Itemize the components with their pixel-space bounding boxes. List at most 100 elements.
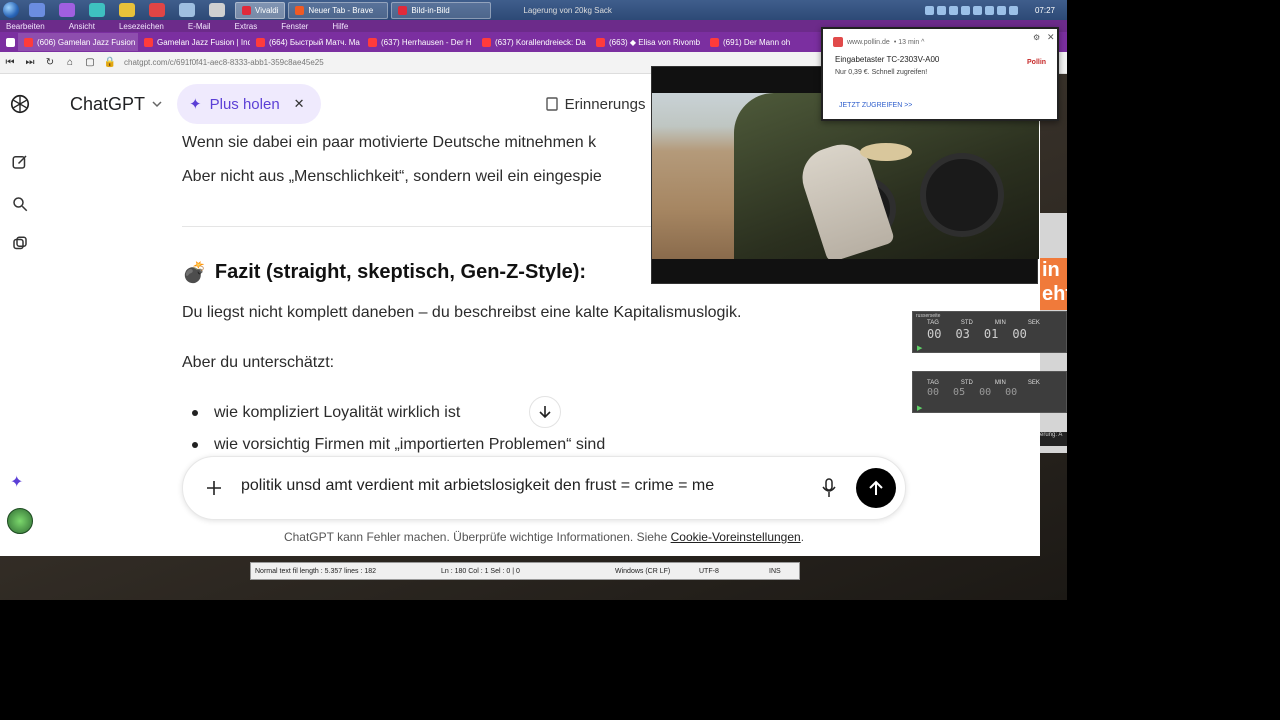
value-hour: 05 <box>953 387 966 398</box>
notification-action-link[interactable]: JETZT ZUGREIFEN >> <box>839 102 912 109</box>
notepad-statusbar: Normal text fil length : 5.357 lines : 1… <box>250 562 800 580</box>
youtube-icon <box>144 37 153 47</box>
list-item-text: wie vorsichtig Firmen mit „importierten … <box>214 436 606 453</box>
tray-icon[interactable] <box>948 5 958 15</box>
tab-side-icon[interactable] <box>0 33 18 51</box>
reload-icon[interactable]: ↻ <box>40 57 60 68</box>
taskbar-task-vivaldi[interactable]: Vivaldi <box>235 1 286 19</box>
app-icon[interactable] <box>179 3 195 17</box>
label-day: TAG <box>927 320 939 326</box>
countdown-labels: TAG STD MIN SEK <box>927 380 1040 386</box>
tab[interactable]: (691) Der Mann oh <box>704 33 800 51</box>
label-minute: MIN <box>994 320 1006 326</box>
vivaldi-icon <box>833 37 843 47</box>
menu-item[interactable]: E-Mail <box>188 22 211 31</box>
taskbar-task-brave[interactable]: Neuer Tab - Brave <box>288 1 389 19</box>
close-icon[interactable]: ✕ <box>1047 32 1055 43</box>
microphone-button[interactable] <box>817 475 841 501</box>
taskbar: Vivaldi Neuer Tab - Brave Bild-in-Bild L… <box>0 0 1067 20</box>
library-icon[interactable] <box>8 232 32 256</box>
tab[interactable]: (637) Herrhausen - Der H <box>362 33 476 51</box>
tab[interactable]: (637) Korallendreieck: Da <box>476 33 590 51</box>
menu-item[interactable]: Ansicht <box>69 22 95 31</box>
insert-mode: INS <box>769 567 781 575</box>
arrow-down-icon <box>539 406 551 419</box>
play-icon[interactable]: ▶ <box>917 344 922 352</box>
app-icon[interactable] <box>119 3 135 17</box>
notification-title: Eingabetaster TC-2303V-A00 <box>835 55 940 64</box>
tab-label: (664) Быстрый Матч. Ma <box>269 37 360 47</box>
send-button[interactable] <box>856 468 896 508</box>
tab[interactable]: (606) Gamelan Jazz Fusion <box>18 33 138 51</box>
countdown-values: 00 03 01 00 <box>927 327 1027 341</box>
plus-upgrade-button[interactable]: ✦ Plus holen ✕ <box>177 84 321 124</box>
forward-icon[interactable]: ⏭ <box>20 57 40 68</box>
taskbar-task-pip[interactable]: Bild-in-Bild <box>391 1 492 19</box>
prompt-composer: politik unsd amt verdient mit arbietslos… <box>182 456 906 520</box>
close-icon[interactable]: ✕ <box>294 96 305 112</box>
youtube-icon <box>710 37 719 47</box>
tab[interactable]: Gamelan Jazz Fusion | Ind <box>138 33 250 51</box>
url-field[interactable]: chatgpt.com/c/691f0f41-aec8-8333-abb1-35… <box>124 58 324 67</box>
memory-label: Erinnerungs <box>564 95 646 113</box>
tray-icon[interactable] <box>960 5 970 15</box>
truck-wheel <box>920 153 1004 237</box>
app-icon[interactable] <box>29 3 45 17</box>
menu-item[interactable]: Hilfe <box>332 22 348 31</box>
new-chat-icon[interactable] <box>8 150 32 174</box>
tray-icon[interactable] <box>936 5 946 15</box>
search-icon[interactable] <box>8 192 32 216</box>
menu-item[interactable]: Lesezeichen <box>119 22 164 31</box>
section-heading: 💣 Fazit (straight, skeptisch, Gen-Z-Styl… <box>182 260 586 285</box>
screen-black-bottom <box>0 600 1280 720</box>
message-text: Aber nicht aus „Menschlichkeit“, sondern… <box>182 168 602 185</box>
add-attachment-button[interactable] <box>199 473 229 503</box>
file-length: Normal text fil length : 5.357 lines : 1… <box>255 567 377 575</box>
countdown-widget[interactable]: russerseite TAG STD MIN SEK 00 03 01 00 … <box>912 311 1067 353</box>
home-icon[interactable]: ⌂ <box>60 57 80 68</box>
tray-icon[interactable] <box>996 5 1006 15</box>
play-icon[interactable]: ▶ <box>917 404 922 412</box>
start-button[interactable] <box>0 0 22 20</box>
clock[interactable]: 07:27 <box>1035 6 1055 15</box>
app-icon[interactable] <box>59 3 75 17</box>
bookmark-icon[interactable]: ▢ <box>80 57 100 68</box>
task-label: Vivaldi <box>255 5 279 15</box>
app-icon[interactable] <box>149 3 165 17</box>
vivaldi-icon <box>242 5 251 15</box>
menu-item[interactable]: Bearbeiten <box>6 22 45 31</box>
label-hour: STD <box>960 380 973 386</box>
list-item: wie vorsichtig Firmen mit „importierten … <box>192 436 605 454</box>
notification-popup[interactable]: www.pollin.de • 13 min ^ ⚙ ✕ Eingabetast… <box>821 27 1059 121</box>
countdown-labels: TAG STD MIN SEK <box>927 320 1040 326</box>
openai-logo-icon[interactable] <box>8 92 32 116</box>
menu-item[interactable]: Fenster <box>281 22 308 31</box>
model-selector[interactable]: ChatGPT <box>70 94 163 115</box>
app-icon[interactable] <box>209 3 225 17</box>
scroll-down-button[interactable] <box>529 396 561 428</box>
avatar[interactable] <box>7 508 33 534</box>
app-icon[interactable] <box>89 3 105 17</box>
encoding: UTF-8 <box>699 567 719 575</box>
task-label: Neuer Tab - Brave <box>308 5 374 15</box>
memory-button[interactable]: Erinnerungs <box>545 95 646 113</box>
value-day: 00 <box>927 327 942 341</box>
tray-icon[interactable] <box>924 5 934 15</box>
menu-item[interactable]: Extras <box>235 22 258 31</box>
tray-icon[interactable] <box>1008 5 1018 15</box>
tab[interactable]: (664) Быстрый Матч. Ma <box>250 33 362 51</box>
cookie-settings-link[interactable]: Cookie-Voreinstellungen <box>671 530 801 544</box>
brand-label: ChatGPT <box>70 93 146 114</box>
line-ending: Windows (CR LF) <box>615 567 671 575</box>
message-text: Du liegst nicht komplett daneben – du be… <box>182 304 742 321</box>
tab[interactable]: (663) ◆ Elisa von Rivomb <box>590 33 704 51</box>
back-icon[interactable]: ⏮ <box>0 57 20 68</box>
cursor-position: Ln : 180 Col : 1 Sel : 0 | 0 <box>441 567 520 575</box>
gear-icon[interactable]: ⚙ <box>1033 33 1040 42</box>
tray-icon[interactable] <box>972 5 982 15</box>
tray-icon[interactable] <box>984 5 994 15</box>
countdown-widget[interactable]: TAG STD MIN SEK 00 05 00 00 ▶ <box>912 371 1067 413</box>
prompt-input[interactable]: politik unsd amt verdient mit arbietslos… <box>241 477 801 495</box>
youtube-icon <box>368 37 377 47</box>
sparkle-icon[interactable]: ✦ <box>10 472 23 492</box>
